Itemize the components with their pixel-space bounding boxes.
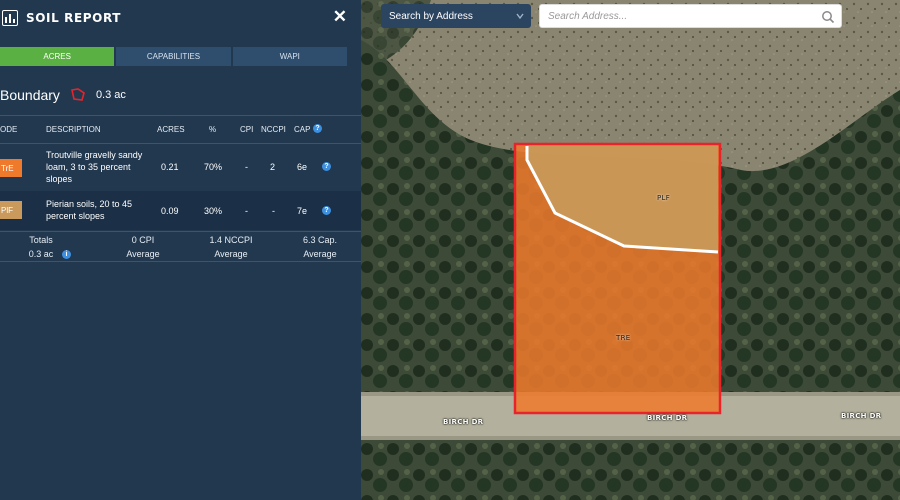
tab-capabilities[interactable]: CAPABILITIES [116, 47, 231, 66]
boundary-shape-icon [70, 88, 85, 101]
close-icon[interactable]: ✕ [333, 7, 347, 27]
divider [0, 231, 361, 232]
table-row[interactable]: PlF Pierian soils, 20 to 45 percent slop… [0, 191, 361, 230]
totals-label: Totals [29, 235, 53, 245]
search-type-label: Search by Address [389, 10, 473, 22]
soil-description: Pierian soils, 20 to 45 percent slopes [46, 199, 133, 221]
nccpi-average-value: 1.4 NCCPI [209, 235, 253, 245]
table-row[interactable]: TrE Troutville gravelly sandy loam, 3 to… [0, 144, 361, 191]
road-label: BIRCH DR [647, 414, 688, 422]
col-acres: ACRES [157, 125, 185, 134]
boundary-label: Boundary [0, 87, 60, 103]
soil-acres: 0.21 [161, 162, 179, 172]
satellite-imagery [361, 0, 900, 500]
panel-title: SOIL REPORT [26, 11, 122, 25]
divider [0, 115, 361, 116]
totals-help-icon[interactable]: i [62, 250, 71, 259]
panel-header: SOIL REPORT ✕ [0, 0, 361, 36]
search-input[interactable] [540, 5, 810, 27]
soil-nccpi: 2 [270, 162, 276, 172]
boundary-summary: Boundary 0.3 ac [0, 86, 126, 104]
col-description: DESCRIPTION [46, 125, 101, 134]
cpi-average-label: Average [126, 249, 160, 259]
col-nccpi: NCCPI [261, 125, 286, 134]
road-label: BIRCH DR [841, 412, 882, 420]
soil-label-plf: PLF [657, 194, 671, 202]
soil-cpi: - [245, 162, 248, 172]
soil-nccpi: - [272, 206, 275, 216]
soil-report-panel: SOIL REPORT ✕ ACRES CAPABILITIES WAPI Bo… [0, 0, 361, 500]
soil-cap: 6e [297, 162, 308, 172]
search-type-dropdown[interactable]: Search by Address [381, 4, 531, 28]
road-label: BIRCH DR [443, 418, 484, 426]
search-icon[interactable] [821, 10, 835, 24]
tab-wapi[interactable]: WAPI [232, 47, 347, 66]
bar-chart-icon [2, 10, 18, 26]
soil-acres: 0.09 [161, 206, 179, 216]
chevron-down-icon [516, 13, 524, 20]
col-cpi: CPI [240, 125, 254, 134]
cap-help-icon[interactable]: ? [313, 124, 322, 133]
cap-help-icon[interactable]: ? [322, 206, 331, 215]
col-code: ODE [0, 125, 18, 134]
tab-acres[interactable]: ACRES [0, 47, 115, 66]
soil-label-tre: TRE [616, 334, 631, 342]
col-percent: % [209, 125, 217, 134]
soil-percent: 70% [204, 162, 223, 172]
totals-block: Totals 0.3 ac i [14, 233, 71, 261]
report-tabs: ACRES CAPABILITIES WAPI [0, 47, 347, 66]
soil-cap: 7e [297, 206, 308, 216]
cap-average-value: 6.3 Cap. [302, 235, 338, 245]
cpi-average: 0 CPI Average [117, 233, 169, 261]
totals-row: Totals 0.3 ac i 0 CPI Average 1.4 NCCPI … [0, 233, 361, 261]
divider [0, 261, 361, 262]
soil-percent: 30% [204, 206, 223, 216]
soil-code-badge: PlF [0, 201, 22, 219]
cap-average-label: Average [303, 249, 337, 259]
totals-acres-value: 0.3 ac [28, 249, 54, 259]
nccpi-average: 1.4 NCCPI Average [200, 233, 262, 261]
totals-acres: 0.3 ac i [14, 247, 71, 261]
table-header: ODE DESCRIPTION ACRES % CPI NCCPI CAP ? [0, 124, 361, 136]
cpi-average-value: 0 CPI [131, 235, 155, 245]
cap-average: 6.3 Cap. Average [292, 233, 348, 261]
boundary-area: 0.3 ac [95, 89, 126, 101]
soil-code-badge: TrE [0, 159, 22, 177]
col-cap: CAP [294, 125, 311, 134]
address-search-box [539, 4, 842, 28]
cap-help-icon[interactable]: ? [322, 162, 331, 171]
soil-cpi: - [245, 206, 248, 216]
satellite-map[interactable]: Search by Address PLF TRE BIRCH DR BIRCH… [361, 0, 900, 500]
soil-description: Troutville gravelly sandy loam, 3 to 35 … [46, 150, 143, 184]
nccpi-average-label: Average [214, 249, 248, 259]
